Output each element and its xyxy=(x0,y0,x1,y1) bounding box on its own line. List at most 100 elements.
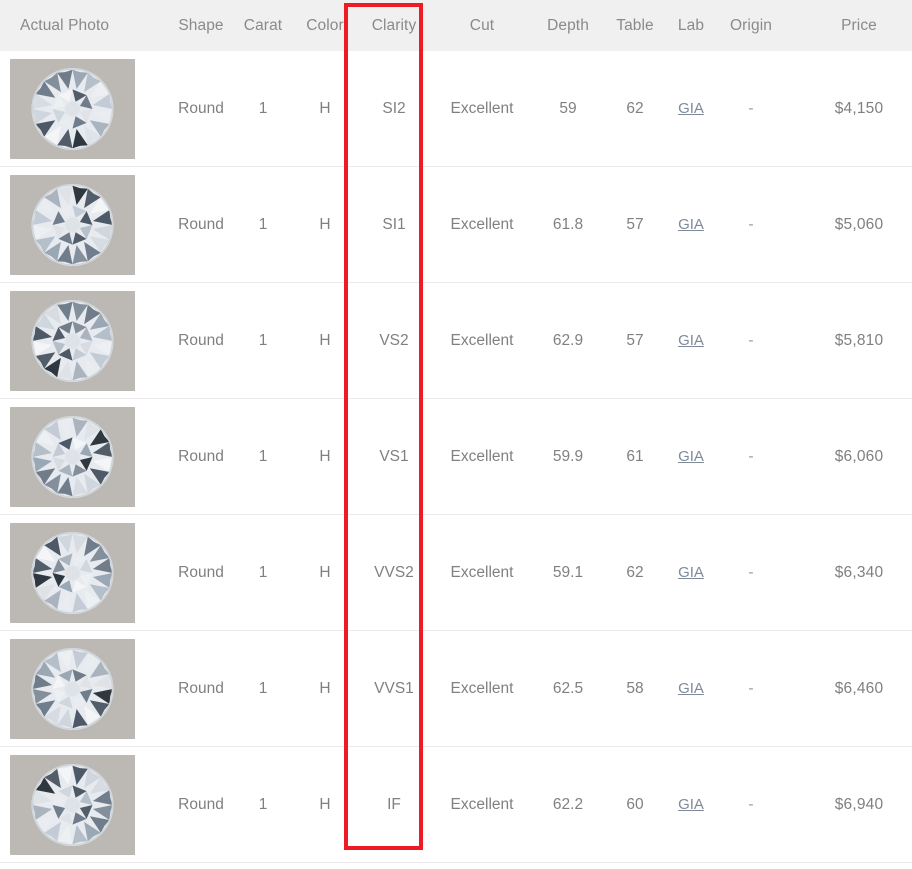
cell-actual-photo[interactable] xyxy=(0,398,170,515)
cell-origin: - xyxy=(716,51,786,167)
table-row[interactable]: Round 1 H VVS1 Excellent 62.5 58 GIA - $6,460 xyxy=(0,630,912,747)
cell-clarity: SI2 xyxy=(356,51,432,167)
cell-cut: Excellent xyxy=(432,746,532,863)
table-row[interactable]: Round 1 H VS2 Excellent 62.9 57 GIA - $5,810 xyxy=(0,282,912,399)
diamond-comparison-table-container: Actual Photo Shape Carat Color Clarity C… xyxy=(0,0,912,869)
column-header-color[interactable]: Color xyxy=(294,0,356,51)
origin-value: - xyxy=(748,447,754,465)
lab-certificate-link[interactable]: GIA xyxy=(678,100,704,117)
diamond-photo-thumbnail[interactable] xyxy=(10,522,135,623)
cell-carat: 1 xyxy=(232,746,294,863)
cell-shape: Round xyxy=(170,746,232,863)
cell-color: H xyxy=(294,630,356,747)
cell-color: H xyxy=(294,746,356,863)
origin-value: - xyxy=(748,215,754,233)
cell-lab: GIA xyxy=(666,282,716,399)
column-header-clarity[interactable]: Clarity xyxy=(356,0,432,51)
cell-shape: Round xyxy=(170,166,232,283)
cell-price: $4,150 xyxy=(786,51,912,167)
cell-lab: GIA xyxy=(666,398,716,515)
cell-carat: 1 xyxy=(232,51,294,167)
table-row[interactable]: Round 1 H SI1 Excellent 61.8 57 GIA - $5,060 xyxy=(0,166,912,283)
cell-shape: Round xyxy=(170,282,232,399)
diamond-photo-thumbnail[interactable] xyxy=(10,290,135,391)
cell-clarity: IF xyxy=(356,746,432,863)
cell-shape: Round xyxy=(170,514,232,631)
cell-color: H xyxy=(294,166,356,283)
cell-depth: 62.2 xyxy=(532,746,604,863)
diamond-photo-thumbnail[interactable] xyxy=(10,638,135,739)
column-header-actual-photo[interactable]: Actual Photo xyxy=(0,0,170,51)
table-row[interactable]: Round 1 H SI2 Excellent 59 62 GIA - $4,150 xyxy=(0,51,912,167)
cell-depth: 59.9 xyxy=(532,398,604,515)
cell-lab: GIA xyxy=(666,630,716,747)
cell-price: $5,060 xyxy=(786,166,912,283)
cell-color: H xyxy=(294,514,356,631)
cell-table: 60 xyxy=(604,746,666,863)
cell-color: H xyxy=(294,398,356,515)
cell-clarity: VS1 xyxy=(356,398,432,515)
cell-origin: - xyxy=(716,282,786,399)
cell-carat: 1 xyxy=(232,166,294,283)
cell-price: $5,810 xyxy=(786,282,912,399)
column-header-shape[interactable]: Shape xyxy=(170,0,232,51)
lab-certificate-link[interactable]: GIA xyxy=(678,448,704,465)
cell-table: 57 xyxy=(604,166,666,283)
cell-cut: Excellent xyxy=(432,51,532,167)
cell-table: 61 xyxy=(604,398,666,515)
cell-depth: 62.5 xyxy=(532,630,604,747)
cell-cut: Excellent xyxy=(432,514,532,631)
cell-actual-photo[interactable] xyxy=(0,630,170,747)
column-header-price[interactable]: Price xyxy=(786,0,912,51)
cell-price: $6,460 xyxy=(786,630,912,747)
cell-clarity: VVS1 xyxy=(356,630,432,747)
column-header-origin[interactable]: Origin xyxy=(716,0,786,51)
cell-carat: 1 xyxy=(232,282,294,399)
cell-lab: GIA xyxy=(666,514,716,631)
cell-table: 57 xyxy=(604,282,666,399)
cell-color: H xyxy=(294,51,356,167)
lab-certificate-link[interactable]: GIA xyxy=(678,564,704,581)
cell-carat: 1 xyxy=(232,398,294,515)
cell-origin: - xyxy=(716,630,786,747)
cell-origin: - xyxy=(716,166,786,283)
cell-shape: Round xyxy=(170,398,232,515)
diamond-photo-thumbnail[interactable] xyxy=(10,406,135,507)
cell-origin: - xyxy=(716,746,786,863)
lab-certificate-link[interactable]: GIA xyxy=(678,796,704,813)
cell-actual-photo[interactable] xyxy=(0,51,170,167)
cell-clarity: VS2 xyxy=(356,282,432,399)
column-header-depth[interactable]: Depth xyxy=(532,0,604,51)
origin-value: - xyxy=(748,99,754,117)
table-row[interactable]: Round 1 H VS1 Excellent 59.9 61 GIA - $6,060 xyxy=(0,398,912,515)
lab-certificate-link[interactable]: GIA xyxy=(678,332,704,349)
column-header-cut[interactable]: Cut xyxy=(432,0,532,51)
diamond-photo-thumbnail[interactable] xyxy=(10,754,135,855)
cell-actual-photo[interactable] xyxy=(0,514,170,631)
cell-shape: Round xyxy=(170,630,232,747)
cell-actual-photo[interactable] xyxy=(0,282,170,399)
diamond-photo-thumbnail[interactable] xyxy=(10,174,135,275)
table-row[interactable]: Round 1 H VVS2 Excellent 59.1 62 GIA - $6,340 xyxy=(0,514,912,631)
cell-clarity: SI1 xyxy=(356,166,432,283)
table-body: Round 1 H SI2 Excellent 59 62 GIA - $4,150 Round 1… xyxy=(0,51,912,863)
column-header-table[interactable]: Table xyxy=(604,0,666,51)
cell-cut: Excellent xyxy=(432,282,532,399)
cell-lab: GIA xyxy=(666,51,716,167)
table-row[interactable]: Round 1 H IF Excellent 62.2 60 GIA - $6,940 xyxy=(0,746,912,863)
cell-price: $6,940 xyxy=(786,746,912,863)
column-header-carat[interactable]: Carat xyxy=(232,0,294,51)
cell-table: 62 xyxy=(604,51,666,167)
lab-certificate-link[interactable]: GIA xyxy=(678,680,704,697)
column-header-lab[interactable]: Lab xyxy=(666,0,716,51)
cell-depth: 59 xyxy=(532,51,604,167)
cell-carat: 1 xyxy=(232,630,294,747)
cell-price: $6,060 xyxy=(786,398,912,515)
cell-table: 58 xyxy=(604,630,666,747)
cell-actual-photo[interactable] xyxy=(0,166,170,283)
diamond-photo-thumbnail[interactable] xyxy=(10,58,135,159)
origin-value: - xyxy=(748,563,754,581)
lab-certificate-link[interactable]: GIA xyxy=(678,216,704,233)
cell-color: H xyxy=(294,282,356,399)
cell-actual-photo[interactable] xyxy=(0,746,170,863)
